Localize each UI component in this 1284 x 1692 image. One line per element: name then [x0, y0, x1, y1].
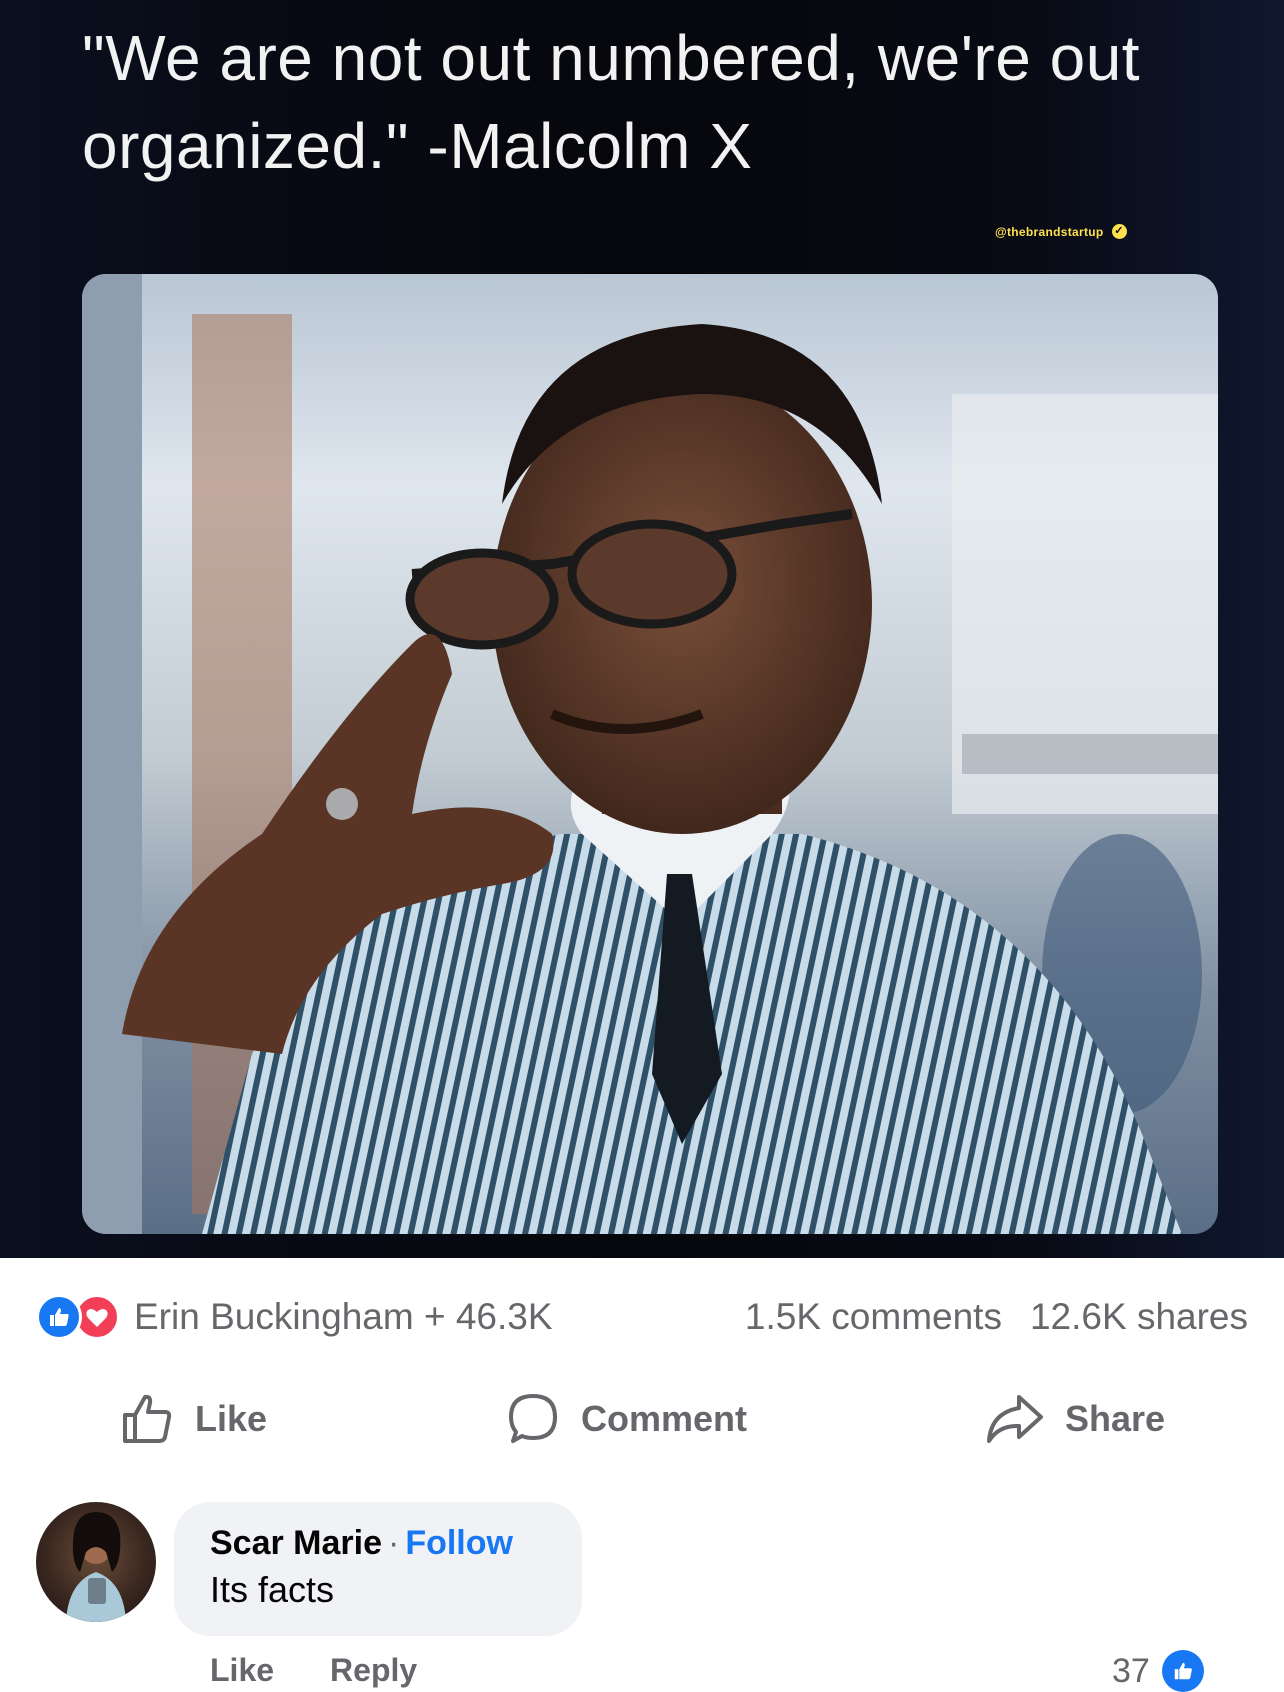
comment-bubble: Scar Marie · Follow Its facts [174, 1502, 582, 1636]
comment-author[interactable]: Scar Marie [210, 1524, 382, 1562]
reaction-icons [36, 1294, 120, 1340]
quote-text: "We are not out numbered, we're out orga… [82, 22, 1141, 182]
reactions-row[interactable]: Erin Buckingham + 46.3K 1.5K comments 12… [36, 1290, 1248, 1344]
verified-check-icon: ✓ [1111, 224, 1127, 239]
portrait-illustration [82, 274, 1218, 1234]
follow-button[interactable]: Follow [405, 1524, 513, 1562]
share-arrow-icon [986, 1395, 1043, 1443]
comment-bubble-icon [508, 1394, 557, 1443]
like-label: Like [194, 1398, 268, 1439]
comment-reply-button[interactable]: Reply [330, 1652, 417, 1689]
watermark: @thebrandstartup ✓ [995, 224, 1127, 239]
like-reaction-icon [1161, 1650, 1204, 1692]
commenter-avatar[interactable] [36, 1502, 156, 1622]
like-reaction-icon [36, 1294, 82, 1340]
share-label: Share [1064, 1398, 1165, 1439]
comment-actions: Like Reply [210, 1652, 417, 1689]
comment-header: Scar Marie · Follow [210, 1524, 546, 1563]
post-image[interactable]: "We are not out numbered, we're out orga… [0, 0, 1284, 1258]
comment-reaction-count[interactable]: 37 [1112, 1650, 1204, 1692]
comment-like-button[interactable]: Like [210, 1652, 274, 1689]
comment-like-count: 37 [1112, 1651, 1150, 1690]
comment-separator: · [388, 1524, 400, 1562]
thumbs-up-icon [122, 1394, 172, 1443]
reaction-summary[interactable]: Erin Buckingham + 46.3K [134, 1296, 553, 1338]
comment-text: Its facts [210, 1569, 335, 1610]
watermark-handle: @thebrandstartup [995, 224, 1104, 239]
comment-label: Comment [580, 1398, 747, 1439]
post-action-bar: Like Comment Share [0, 1384, 1284, 1454]
share-button[interactable]: Share [985, 1391, 1165, 1447]
avatar-image [66, 1512, 126, 1622]
comments-count[interactable]: 1.5K comments [745, 1296, 1002, 1338]
portrait-photo [82, 274, 1218, 1234]
shares-count[interactable]: 12.6K shares [1030, 1296, 1248, 1338]
like-button[interactable]: Like [119, 1391, 267, 1447]
comment-button[interactable]: Comment [505, 1391, 747, 1447]
